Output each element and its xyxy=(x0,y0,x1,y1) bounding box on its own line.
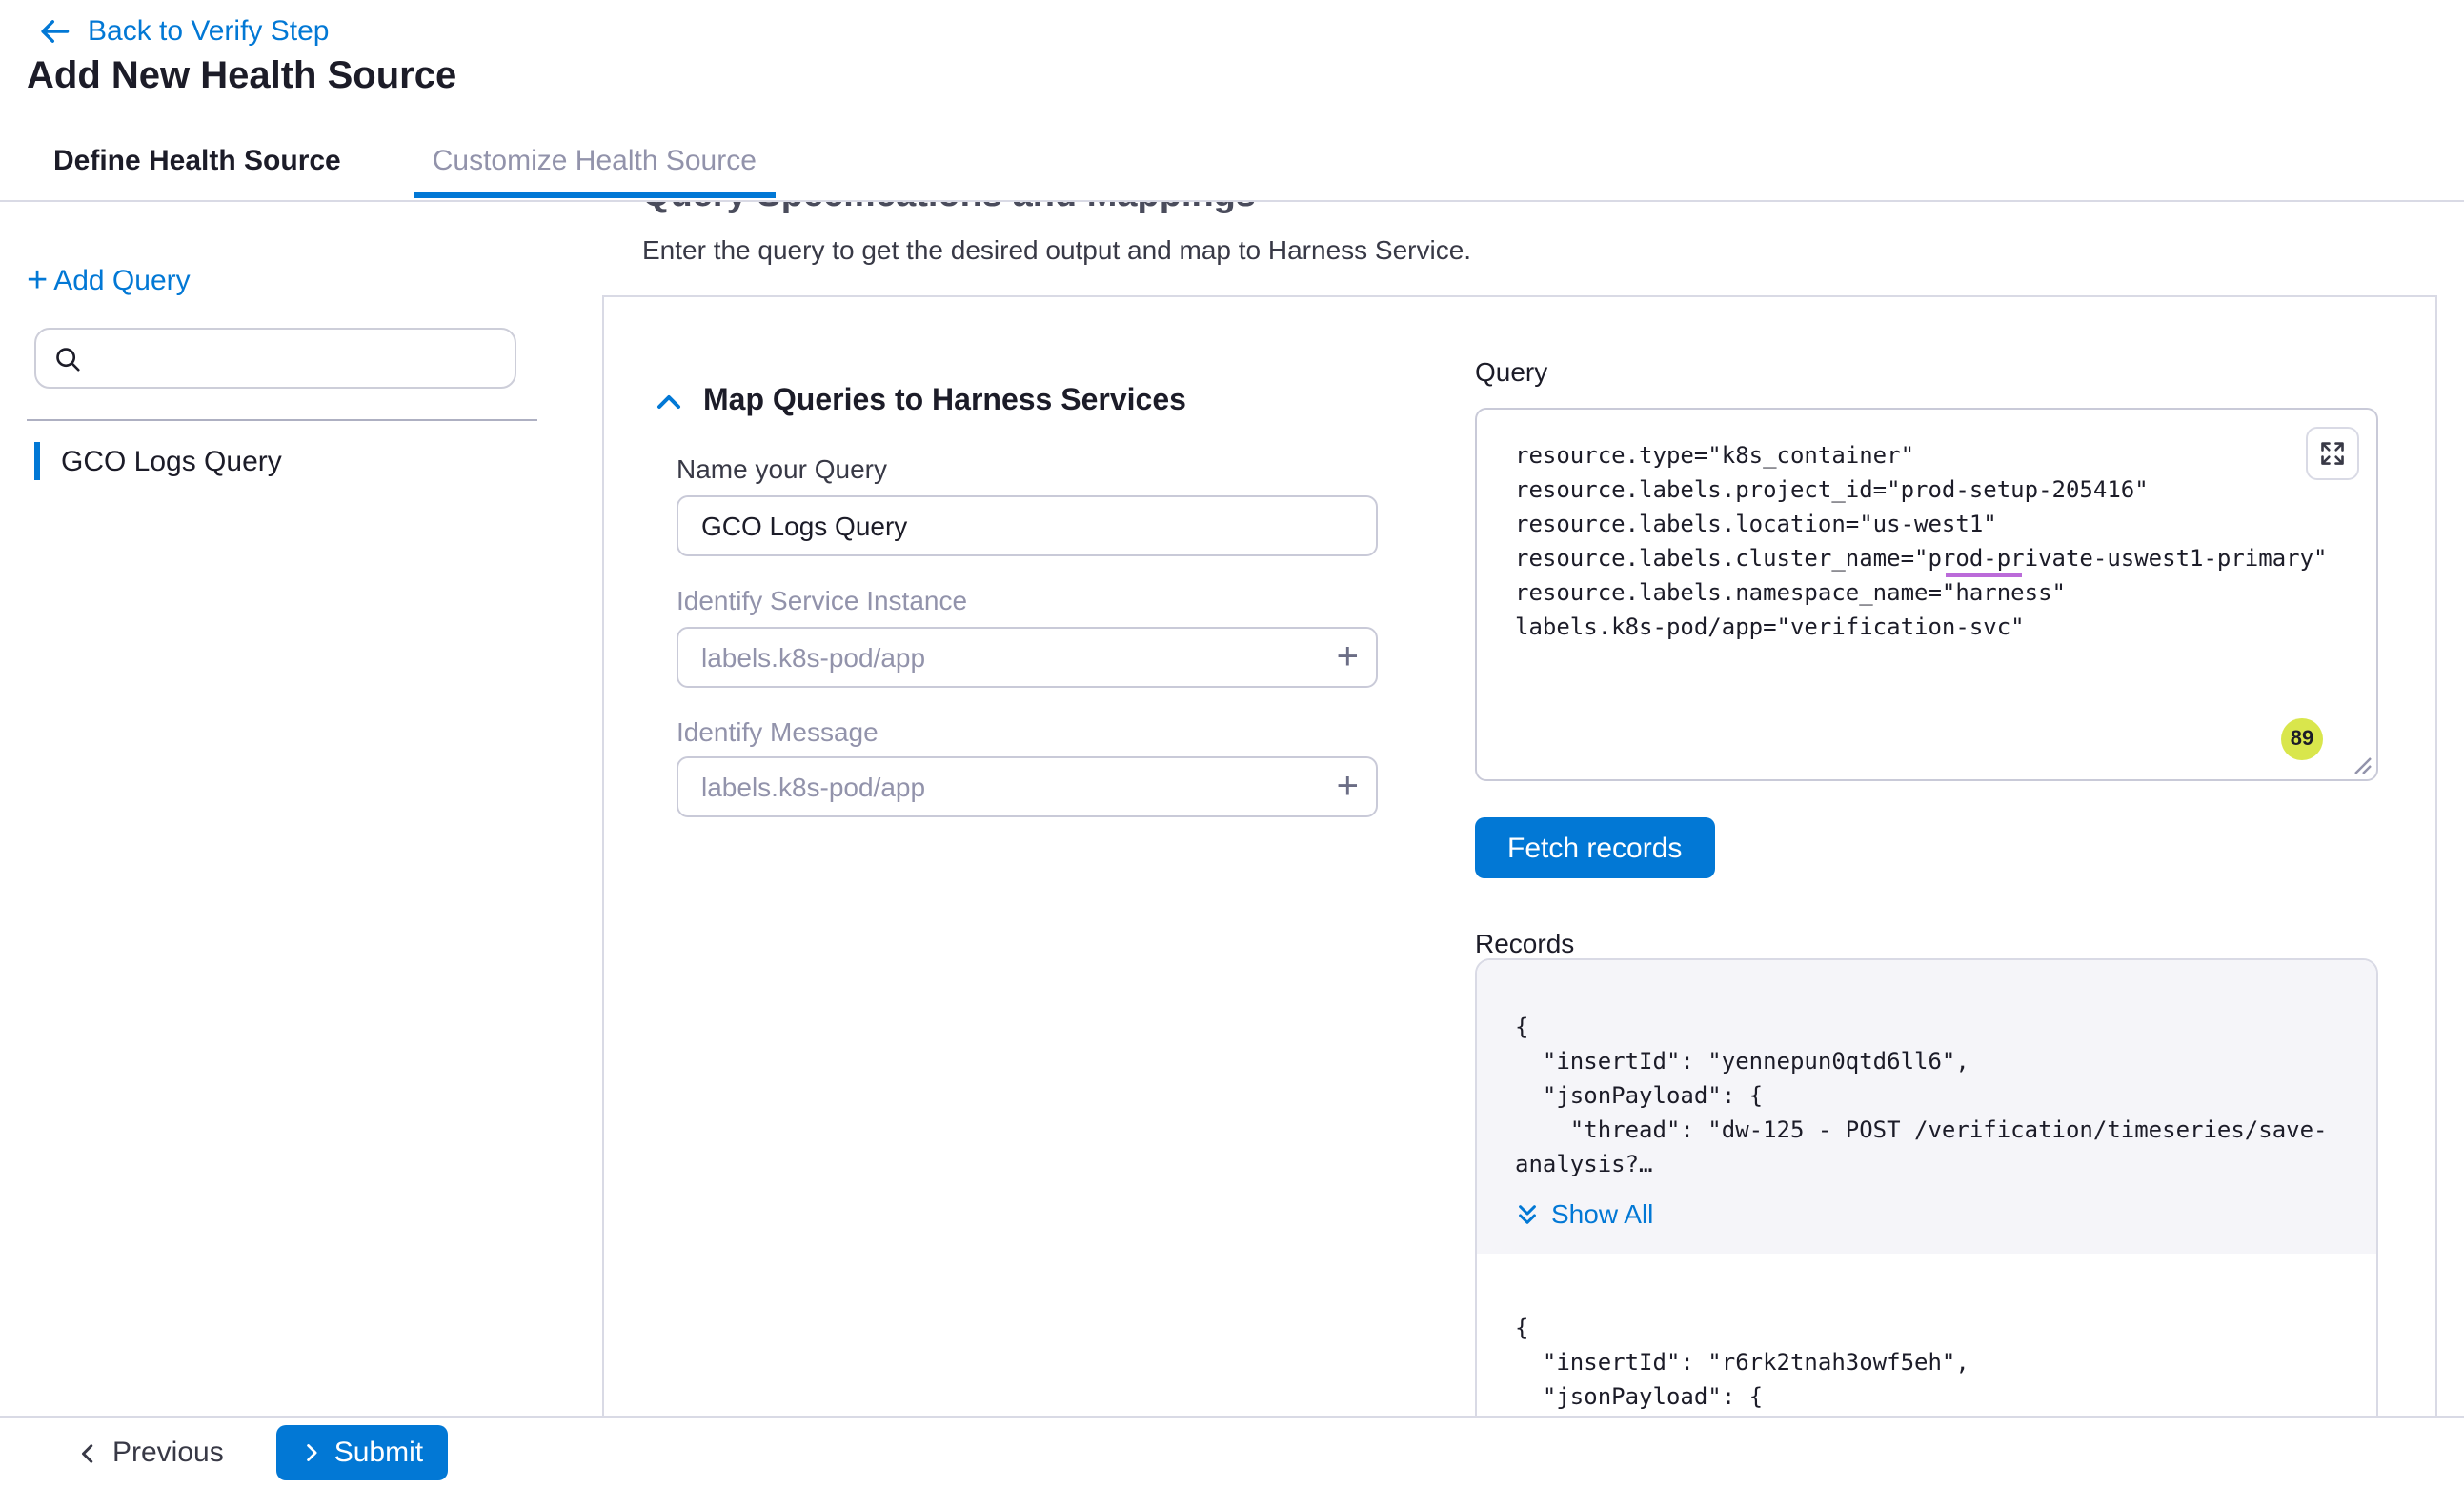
tab-bar: Define Health Source Customize Health So… xyxy=(0,122,2464,202)
identify-message-field-wrap: + xyxy=(677,756,1378,817)
double-chevron-down-icon xyxy=(1515,1201,1540,1226)
records-label: Records xyxy=(1475,928,1574,958)
query-textarea[interactable]: resource.type="k8s_container" resource.l… xyxy=(1475,408,2378,781)
active-tab-underline xyxy=(414,192,776,198)
map-queries-heading: Map Queries to Harness Services xyxy=(703,385,1186,419)
record-line: "insertId": "yennepun0qtd6ll6", xyxy=(1515,1044,2338,1078)
record-item: { "insertId": "yennepun0qtd6ll6", "jsonP… xyxy=(1477,960,2376,1254)
chevron-right-icon xyxy=(302,1442,323,1463)
service-instance-label: Identify Service Instance xyxy=(677,585,967,615)
record-line: "jsonPayload": { xyxy=(1515,1078,2338,1113)
spellcheck-underline xyxy=(1946,573,2022,577)
record-line: "insertId": "r6rk2tnah3owf5eh", xyxy=(1515,1345,2338,1379)
previous-button[interactable]: Previous xyxy=(76,1437,224,1469)
sidebar-divider xyxy=(27,419,537,421)
footer-bar: Previous Submit xyxy=(0,1416,2464,1488)
add-query-button[interactable]: + Add Query xyxy=(27,263,191,299)
tab-customize-health-source[interactable]: Customize Health Source xyxy=(429,126,760,196)
section-subtitle: Enter the query to get the desired outpu… xyxy=(642,234,1471,265)
service-instance-input[interactable] xyxy=(701,642,1353,673)
record-line: analysis?… xyxy=(1515,1147,2338,1181)
submit-label: Submit xyxy=(334,1437,423,1469)
fetch-records-label: Fetch records xyxy=(1507,832,1682,864)
tab-define-health-source[interactable]: Define Health Source xyxy=(50,126,345,196)
show-all-label: Show All xyxy=(1551,1196,1653,1231)
query-line: resource.type="k8s_container" xyxy=(1515,438,2350,473)
query-sidebar: + Add Query GCO Logs Query xyxy=(0,202,602,1416)
fullscreen-icon xyxy=(2319,440,2346,467)
back-to-verify-step-link[interactable]: Back to Verify Step xyxy=(38,15,329,48)
record-line: { xyxy=(1515,1311,2338,1345)
add-query-label: Add Query xyxy=(53,265,190,297)
query-line: labels.k8s-pod/app="verification-svc" xyxy=(1515,610,2350,644)
page-title: Add New Health Source xyxy=(27,55,456,99)
show-all-button[interactable]: Show All xyxy=(1515,1196,2338,1231)
search-input[interactable] xyxy=(95,343,497,373)
query-name-field-wrap xyxy=(677,495,1378,556)
expand-query-button[interactable] xyxy=(2306,427,2359,480)
record-line: { xyxy=(1515,1010,2338,1044)
chevron-left-icon xyxy=(76,1441,99,1464)
query-item-label: GCO Logs Query xyxy=(61,445,282,477)
resize-handle[interactable] xyxy=(2353,756,2373,775)
section-heading: Query Specifications and Mappings xyxy=(642,202,1256,217)
chevron-up-icon[interactable] xyxy=(654,387,684,417)
query-line: resource.labels.project_id="prod-setup-2… xyxy=(1515,473,2350,507)
query-name-input[interactable] xyxy=(701,511,1353,541)
add-service-instance-icon[interactable]: + xyxy=(1337,636,1359,678)
name-query-label: Name your Query xyxy=(677,453,887,484)
main-panel: Query Specifications and Mappings Enter … xyxy=(602,202,2437,1416)
add-health-source-page: Back to Verify Step Add New Health Sourc… xyxy=(0,0,2464,1488)
submit-button[interactable]: Submit xyxy=(277,1425,448,1480)
char-count-badge: 89 xyxy=(2281,718,2323,760)
search-icon xyxy=(53,344,82,372)
query-line: resource.labels.location="us-west1" xyxy=(1515,507,2350,541)
arrow-left-icon xyxy=(38,15,71,48)
record-line: "jsonPayload": { xyxy=(1515,1379,2338,1414)
identify-message-input[interactable] xyxy=(701,772,1353,802)
add-message-icon[interactable]: + xyxy=(1337,766,1359,808)
plus-icon: + xyxy=(27,263,48,299)
service-instance-field-wrap: + xyxy=(677,627,1378,688)
record-item: { "insertId": "r6rk2tnah3owf5eh", "jsonP… xyxy=(1477,1254,2376,1416)
sidebar-item-gco-logs-query[interactable]: GCO Logs Query xyxy=(34,442,282,480)
back-link-label: Back to Verify Step xyxy=(88,15,329,48)
query-line: resource.labels.namespace_name="harness" xyxy=(1515,575,2350,610)
records-box: { "insertId": "yennepun0qtd6ll6", "jsonP… xyxy=(1475,958,2378,1416)
query-mapping-card: Map Queries to Harness Services Name you… xyxy=(602,295,2437,1416)
query-line: resource.labels.cluster_name="prod-priva… xyxy=(1515,541,2350,575)
record-line: "thread": "dw-125 - POST /verification/t… xyxy=(1515,1113,2338,1147)
query-label: Query xyxy=(1475,356,1547,387)
identify-message-label: Identify Message xyxy=(677,716,879,747)
fetch-records-button[interactable]: Fetch records xyxy=(1475,817,1714,878)
previous-label: Previous xyxy=(112,1437,224,1469)
selected-indicator xyxy=(34,442,40,480)
tab-customize-label: Customize Health Source xyxy=(433,145,757,177)
query-search-box[interactable] xyxy=(34,328,516,389)
content-area: + Add Query GCO Logs Query Query Spe xyxy=(0,202,2464,1416)
